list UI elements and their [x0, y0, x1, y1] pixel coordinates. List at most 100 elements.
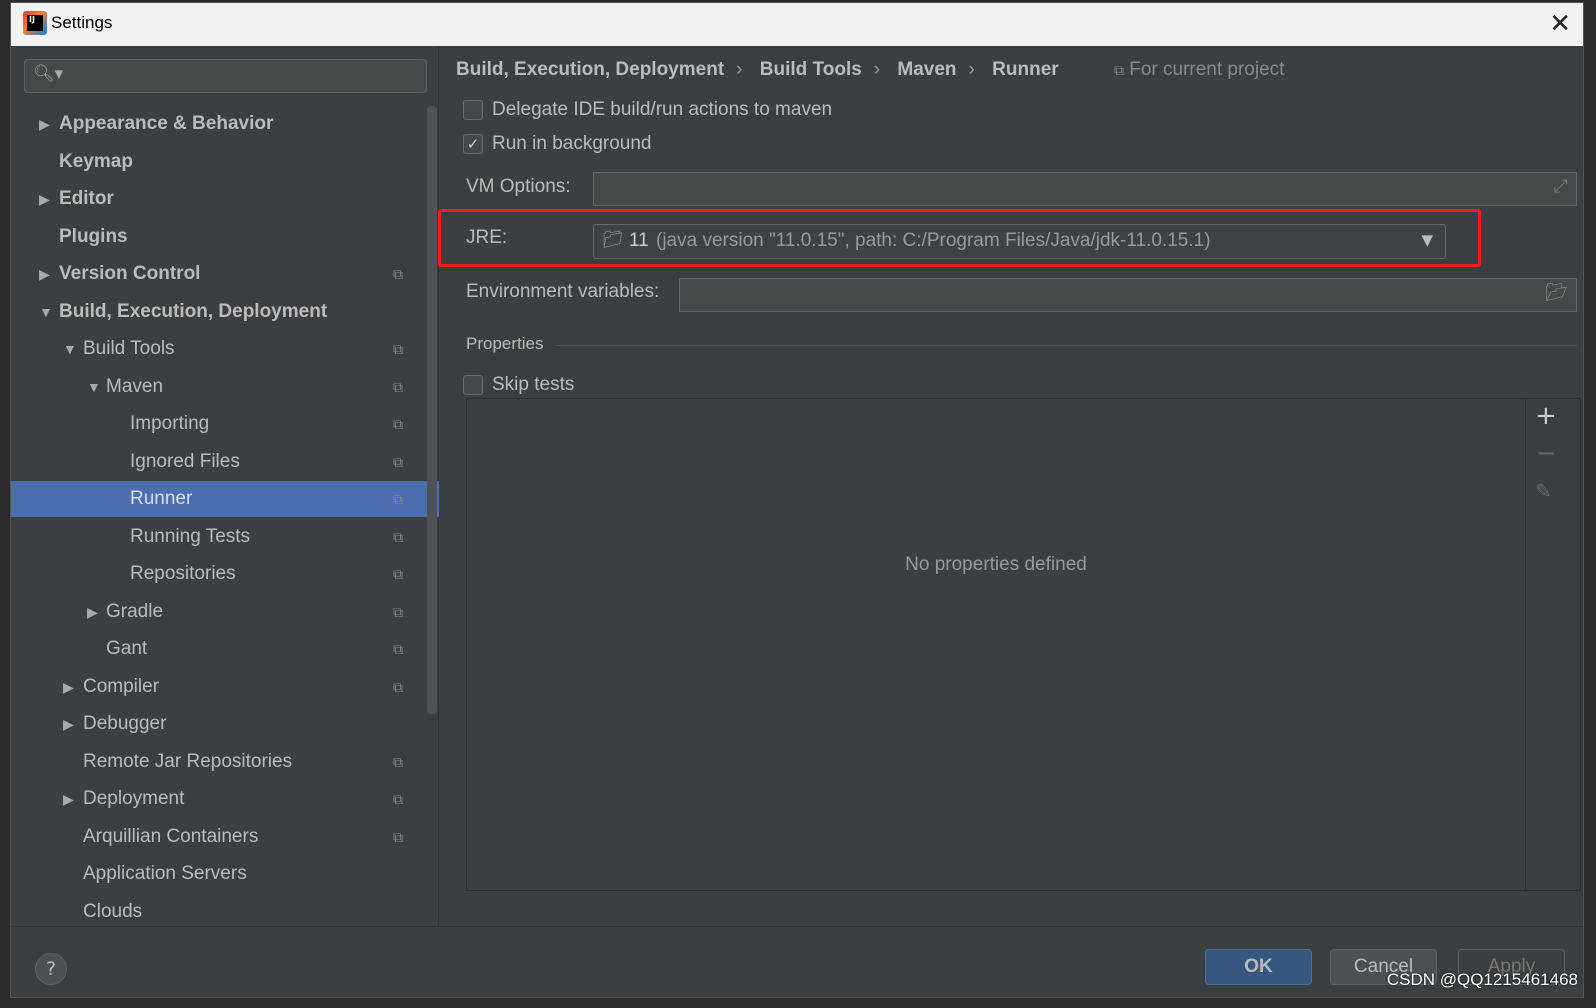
sidebar-item-label: Editor	[59, 188, 114, 209]
watermark: CSDN @QQ1215461468	[1386, 970, 1578, 989]
sidebar-item-label: Version Control	[59, 263, 201, 284]
sidebar-item[interactable]: Importing ⧉	[11, 406, 439, 442]
properties-table: + − ✎ No properties defined	[466, 398, 1581, 891]
search-icon: 🔍︎▾	[33, 64, 64, 84]
empty-message: No properties defined	[905, 554, 1087, 575]
vm-options-input[interactable]: ⤢	[593, 172, 1577, 206]
sidebar-item[interactable]: Arquillian Containers ⧉	[11, 819, 439, 855]
sidebar-item[interactable]: Remote Jar Repositories ⧉	[11, 744, 439, 780]
sidebar-item-label: Clouds	[83, 900, 143, 922]
breadcrumb-item[interactable]: Build, Execution, Deployment	[456, 59, 724, 80]
project-scope-icon: ⧉	[393, 491, 403, 507]
collapsed-arrow-icon[interactable]: ▶	[39, 256, 50, 292]
window-title: Settings	[51, 13, 113, 32]
folder-open-icon[interactable]: 📂︎	[1545, 282, 1568, 303]
collapsed-arrow-icon[interactable]: ▶	[87, 594, 98, 630]
edit-icon[interactable]: ✎	[1535, 479, 1552, 503]
env-vars-label: Environment variables:	[466, 281, 660, 302]
dialog-footer: ? OK Cancel Apply	[11, 926, 1583, 999]
env-vars-input[interactable]: 📂︎	[679, 278, 1577, 312]
sidebar-item[interactable]: Plugins	[11, 219, 439, 255]
close-icon[interactable]: ✕	[1549, 9, 1571, 39]
collapsed-arrow-icon[interactable]: ▶	[63, 706, 74, 742]
sidebar-item-label: Keymap	[59, 150, 133, 172]
title-bar: IJ Settings ✕	[11, 3, 1583, 46]
sidebar-item[interactable]: ▶ Appearance & Behavior	[11, 106, 439, 142]
breadcrumb-item[interactable]: Maven	[897, 59, 956, 80]
add-icon[interactable]: +	[1535, 401, 1557, 431]
project-scope-icon: ⧉	[393, 753, 403, 770]
scope-label: For current project	[1129, 59, 1285, 80]
expand-icon[interactable]: ⤢	[1554, 176, 1568, 197]
sidebar-item[interactable]: Repositories ⧉	[11, 556, 439, 592]
copy-icon: ⧉	[1113, 62, 1124, 78]
delegate-checkbox[interactable]	[463, 100, 483, 120]
breadcrumb-item[interactable]: Build Tools	[760, 59, 862, 80]
project-scope-icon: ⧉	[393, 791, 403, 807]
properties-title: Properties	[466, 334, 544, 353]
sidebar-item[interactable]: Gant ⧉	[11, 631, 439, 667]
sidebar-item-label: Remote Jar Repositories	[83, 750, 293, 772]
sidebar-item-label: Maven	[106, 375, 164, 397]
run-in-background-checkbox[interactable]: ✓	[463, 134, 483, 154]
project-scope-icon: ⧉	[393, 266, 403, 282]
sidebar-item-label: Runner	[130, 488, 193, 509]
sidebar-item[interactable]: Runner ⧉	[11, 481, 439, 517]
sidebar-item[interactable]: ▼ Maven ⧉	[11, 369, 439, 405]
expanded-arrow-icon[interactable]: ▼	[39, 294, 53, 330]
project-scope-icon: ⧉	[393, 603, 403, 620]
run-in-background-label[interactable]: Run in background	[492, 133, 652, 155]
sidebar-item-label: Gant	[106, 638, 148, 659]
highlight-box	[438, 209, 1481, 267]
sidebar-item-label: Appearance & Behavior	[59, 113, 274, 134]
help-button[interactable]: ?	[35, 953, 67, 985]
project-scope-icon: ⧉	[393, 528, 403, 545]
sidebar-item[interactable]: ▼ Build Tools ⧉	[11, 331, 439, 367]
sidebar-item[interactable]: Ignored Files ⧉	[11, 444, 439, 480]
sidebar-item-label: Running Tests	[130, 525, 251, 547]
sidebar-item[interactable]: Application Servers	[11, 856, 439, 892]
sidebar-item[interactable]: Running Tests ⧉	[11, 519, 439, 555]
project-scope-icon: ⧉	[393, 453, 403, 470]
collapsed-arrow-icon[interactable]: ▶	[63, 781, 74, 817]
search-input[interactable]: 🔍︎▾	[24, 59, 427, 93]
expanded-arrow-icon[interactable]: ▼	[63, 331, 77, 367]
collapsed-arrow-icon[interactable]: ▶	[39, 106, 50, 142]
delegate-label[interactable]: Delegate IDE build/run actions to maven	[492, 99, 832, 121]
logo-text: IJ	[27, 15, 43, 31]
collapsed-arrow-icon[interactable]: ▶	[39, 181, 50, 217]
sidebar-item-label: Build Tools	[83, 338, 175, 359]
sidebar-scrollbar[interactable]	[427, 106, 437, 714]
sidebar-item[interactable]: ▶ Debugger	[11, 706, 439, 742]
sidebar-item-label: Deployment	[83, 788, 185, 809]
project-scope-icon: ⧉	[393, 341, 403, 357]
sidebar-item-label: Debugger	[83, 713, 167, 734]
sidebar-item-label: Repositories	[130, 563, 236, 584]
sidebar-item[interactable]: ▶ Deployment ⧉	[11, 781, 439, 817]
toolbar-divider	[1525, 399, 1526, 890]
sidebar-item[interactable]: Keymap	[11, 144, 439, 180]
project-scope-icon: ⧉	[393, 641, 403, 657]
sidebar-item[interactable]: ▶ Compiler ⧉	[11, 669, 439, 705]
sidebar-item-label: Arquillian Containers	[83, 825, 259, 847]
expanded-arrow-icon[interactable]: ▼	[87, 369, 101, 405]
chevron-right-icon: ›	[968, 59, 975, 80]
sidebar-item-label: Importing	[130, 413, 210, 434]
sidebar-item-label: Plugins	[59, 225, 128, 247]
project-scope-icon: ⧉	[393, 566, 403, 582]
skip-tests-checkbox[interactable]	[463, 375, 483, 395]
collapsed-arrow-icon[interactable]: ▶	[63, 669, 74, 705]
settings-dialog: IJ Settings ✕ 🔍︎▾ ▶ Appearance & Behavior…	[10, 2, 1584, 998]
settings-content: Build, Execution, Deployment › Build Tool…	[439, 46, 1585, 926]
skip-tests-label[interactable]: Skip tests	[492, 374, 574, 396]
project-scope-icon: ⧉	[393, 828, 403, 845]
sidebar-item[interactable]: ▶ Version Control ⧉	[11, 256, 439, 292]
sidebar-item[interactable]: ▶ Gradle ⧉	[11, 594, 439, 630]
sidebar-item[interactable]: Clouds	[11, 894, 439, 930]
sidebar-item[interactable]: ▼ Build, Execution, Deployment	[11, 294, 439, 330]
remove-icon[interactable]: −	[1536, 439, 1556, 467]
sidebar-item[interactable]: ▶ Editor	[11, 181, 439, 217]
ok-button[interactable]: OK	[1205, 949, 1312, 985]
chevron-right-icon: ›	[736, 59, 743, 80]
vm-options-label: VM Options:	[466, 176, 571, 197]
